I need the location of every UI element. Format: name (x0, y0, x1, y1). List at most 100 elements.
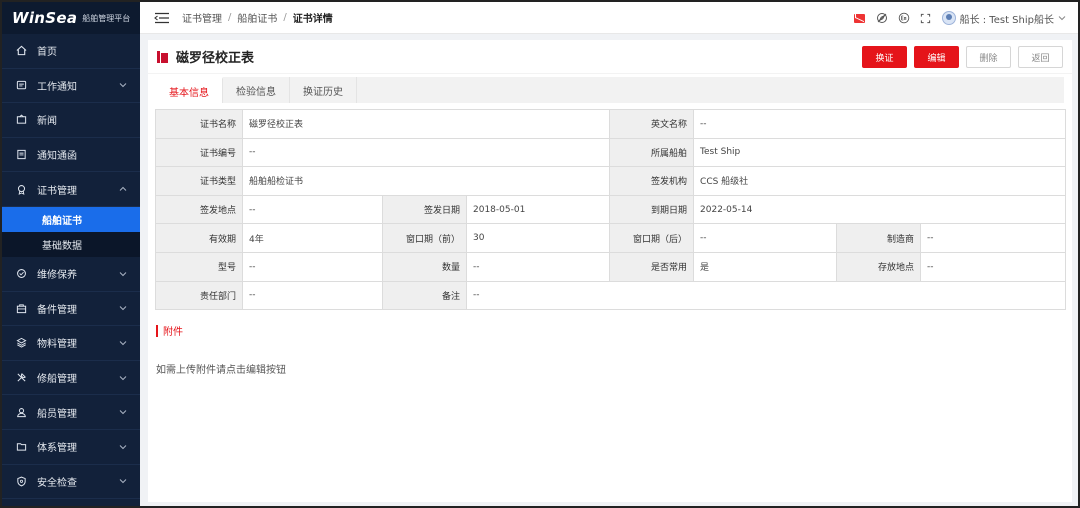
breadcrumb-current: 证书详情 (292, 14, 333, 25)
sidebar-item-crew[interactable]: 船员管理 (2, 395, 140, 430)
field-label: 责任部门 (155, 280, 243, 311)
field-value: 磁罗径校正表 (241, 109, 611, 139)
field-value: 2022-05-14 (693, 194, 1067, 225)
sidebar-item-label: 维修保养 (37, 270, 77, 282)
sidebar-item-news[interactable]: 新闻 (2, 103, 140, 138)
top-bar: 证书管理 / 船舶证书 / 证书详情 船长 : Test Ship船长 (140, 2, 1078, 34)
mail-icon[interactable] (854, 12, 866, 24)
sidebar-item-home[interactable]: 首页 (2, 34, 140, 69)
breadcrumb-item[interactable]: 证书管理 (182, 10, 222, 25)
edit-button[interactable]: 编辑 (914, 46, 959, 68)
tab-bar: 基本信息 检验信息 换证历史 (156, 77, 1064, 103)
sidebar-item-label: 备件管理 (37, 304, 77, 316)
change-certificate-button[interactable]: 换证 (862, 46, 907, 68)
notice-icon (15, 149, 27, 161)
field-value: 船舶船检证书 (241, 166, 611, 196)
field-value: -- (920, 223, 1067, 253)
field-value: -- (920, 251, 1067, 282)
sidebar-item-label: 通知通函 (37, 151, 77, 163)
sidebar-item-ship-repair[interactable]: 修船管理 (2, 361, 140, 396)
field-value: -- (242, 280, 383, 311)
shield-icon (15, 475, 27, 487)
folder-icon (15, 441, 27, 453)
delete-button[interactable]: 删除 (966, 46, 1011, 68)
sidebar-subitem-base-data[interactable]: 基础数据 (2, 231, 140, 257)
tab-renewal-history[interactable]: 换证历史 (290, 77, 357, 103)
repair-icon (15, 372, 27, 384)
fullscreen-icon[interactable] (920, 12, 932, 24)
attachments-heading: 附件 (156, 323, 183, 338)
chevron-down-icon (119, 410, 127, 415)
action-bar: 换证 编辑 删除 返回 (862, 46, 1063, 68)
news-icon (15, 114, 27, 126)
field-label: 窗口期（前） (382, 223, 467, 253)
table-row: 责任部门 -- 备注 -- (155, 280, 1067, 311)
sidebar-item-label: 物料管理 (37, 339, 77, 351)
user-menu[interactable]: 船长 : Test Ship船长 (941, 11, 1066, 26)
sidebar-subitem-ship-certificates[interactable]: 船舶证书 (2, 206, 140, 232)
chevron-down-icon (119, 341, 127, 346)
tab-inspection-info[interactable]: 检验信息 (223, 77, 290, 103)
field-value: Test Ship (693, 137, 1067, 168)
chevron-down-icon (119, 83, 127, 88)
field-label: 签发日期 (382, 194, 467, 225)
crew-icon (15, 406, 27, 418)
attachments-hint: 如需上传附件请点击编辑按钮 (156, 365, 286, 376)
sidebar-item-materials[interactable]: 物料管理 (2, 326, 140, 361)
table-row: 有效期 4年 窗口期（前） 30 窗口期（后） -- 制造商 -- (155, 223, 1067, 253)
field-value: -- (241, 137, 611, 168)
sidebar-item-spare-parts[interactable]: 备件管理 (2, 292, 140, 327)
field-label: 型号 (155, 251, 243, 282)
field-label: 是否常用 (609, 251, 695, 282)
sidebar-item-label: 证书管理 (37, 185, 77, 197)
table-row: 证书编号 -- 所属船舶 Test Ship (155, 137, 1067, 168)
field-value: CCS 船级社 (693, 166, 1067, 196)
tab-basic-info[interactable]: 基本信息 (156, 77, 223, 103)
back-button[interactable]: 返回 (1018, 46, 1063, 68)
user-name: 船长 : Test Ship船长 (959, 14, 1054, 26)
field-label: 备注 (382, 280, 467, 311)
sidebar-item-label: 船员管理 (37, 408, 77, 420)
chevron-up-icon (119, 186, 127, 192)
sidebar-item-label: 工作通知 (37, 81, 77, 93)
table-row: 型号 -- 数量 -- 是否常用 是 存放地点 -- (155, 251, 1067, 282)
field-value: -- (693, 223, 838, 253)
certificate-card: 磁罗径校正表 换证 编辑 删除 返回 基本信息 检验信息 换证历史 证书名称 磁… (148, 40, 1072, 502)
brand-logo: WinSea (12, 9, 78, 27)
field-value: -- (465, 280, 1067, 311)
sidebar-item-notices[interactable]: 通知通函 (2, 138, 140, 173)
card-header: 磁罗径校正表 换证 编辑 删除 返回 (148, 40, 1072, 74)
attachments-title: 附件 (163, 327, 183, 338)
field-value: 是 (693, 251, 838, 282)
sidebar-item-work-notice[interactable]: 工作通知 (2, 69, 140, 104)
field-label: 数量 (382, 251, 467, 282)
breadcrumb-item[interactable]: 船舶证书 (237, 10, 277, 25)
app-window: WinSea 船舶管理平台 首页 工作通知 新闻 通知通函 证书管理 船舶证书 … (0, 0, 1080, 508)
breadcrumb-separator: / (283, 12, 287, 23)
materials-icon (15, 337, 27, 349)
message-icon (15, 79, 27, 91)
field-value: -- (242, 251, 383, 282)
brand[interactable]: WinSea 船舶管理平台 (2, 2, 140, 34)
field-value: -- (693, 109, 1067, 139)
field-value: -- (242, 194, 383, 225)
chevron-down-icon (119, 375, 127, 380)
avatar (941, 11, 956, 25)
field-label: 英文名称 (609, 109, 695, 139)
compass-icon[interactable] (876, 12, 888, 24)
sidebar-item-safety[interactable]: 安全检查 (2, 465, 140, 500)
sidebar-item-certificates[interactable]: 证书管理 (2, 172, 140, 207)
top-right-tools: 船长 : Test Ship船长 (854, 2, 1066, 34)
language-icon[interactable] (898, 12, 910, 24)
sidebar-item-label: 安全检查 (37, 477, 77, 489)
maintenance-icon (15, 268, 27, 280)
chevron-down-icon (119, 306, 127, 311)
menu-toggle-icon[interactable] (154, 12, 170, 24)
certificate-info-table: 证书名称 磁罗径校正表 英文名称 -- 证书编号 -- 所属船舶 Test Sh… (155, 109, 1067, 311)
field-label: 签发地点 (155, 194, 243, 225)
table-row: 签发地点 -- 签发日期 2018-05-01 到期日期 2022-05-14 (155, 194, 1067, 225)
chevron-down-icon (1058, 16, 1066, 21)
breadcrumb-separator: / (228, 12, 232, 23)
sidebar-item-maintenance[interactable]: 维修保养 (2, 257, 140, 292)
sidebar-item-system[interactable]: 体系管理 (2, 430, 140, 465)
